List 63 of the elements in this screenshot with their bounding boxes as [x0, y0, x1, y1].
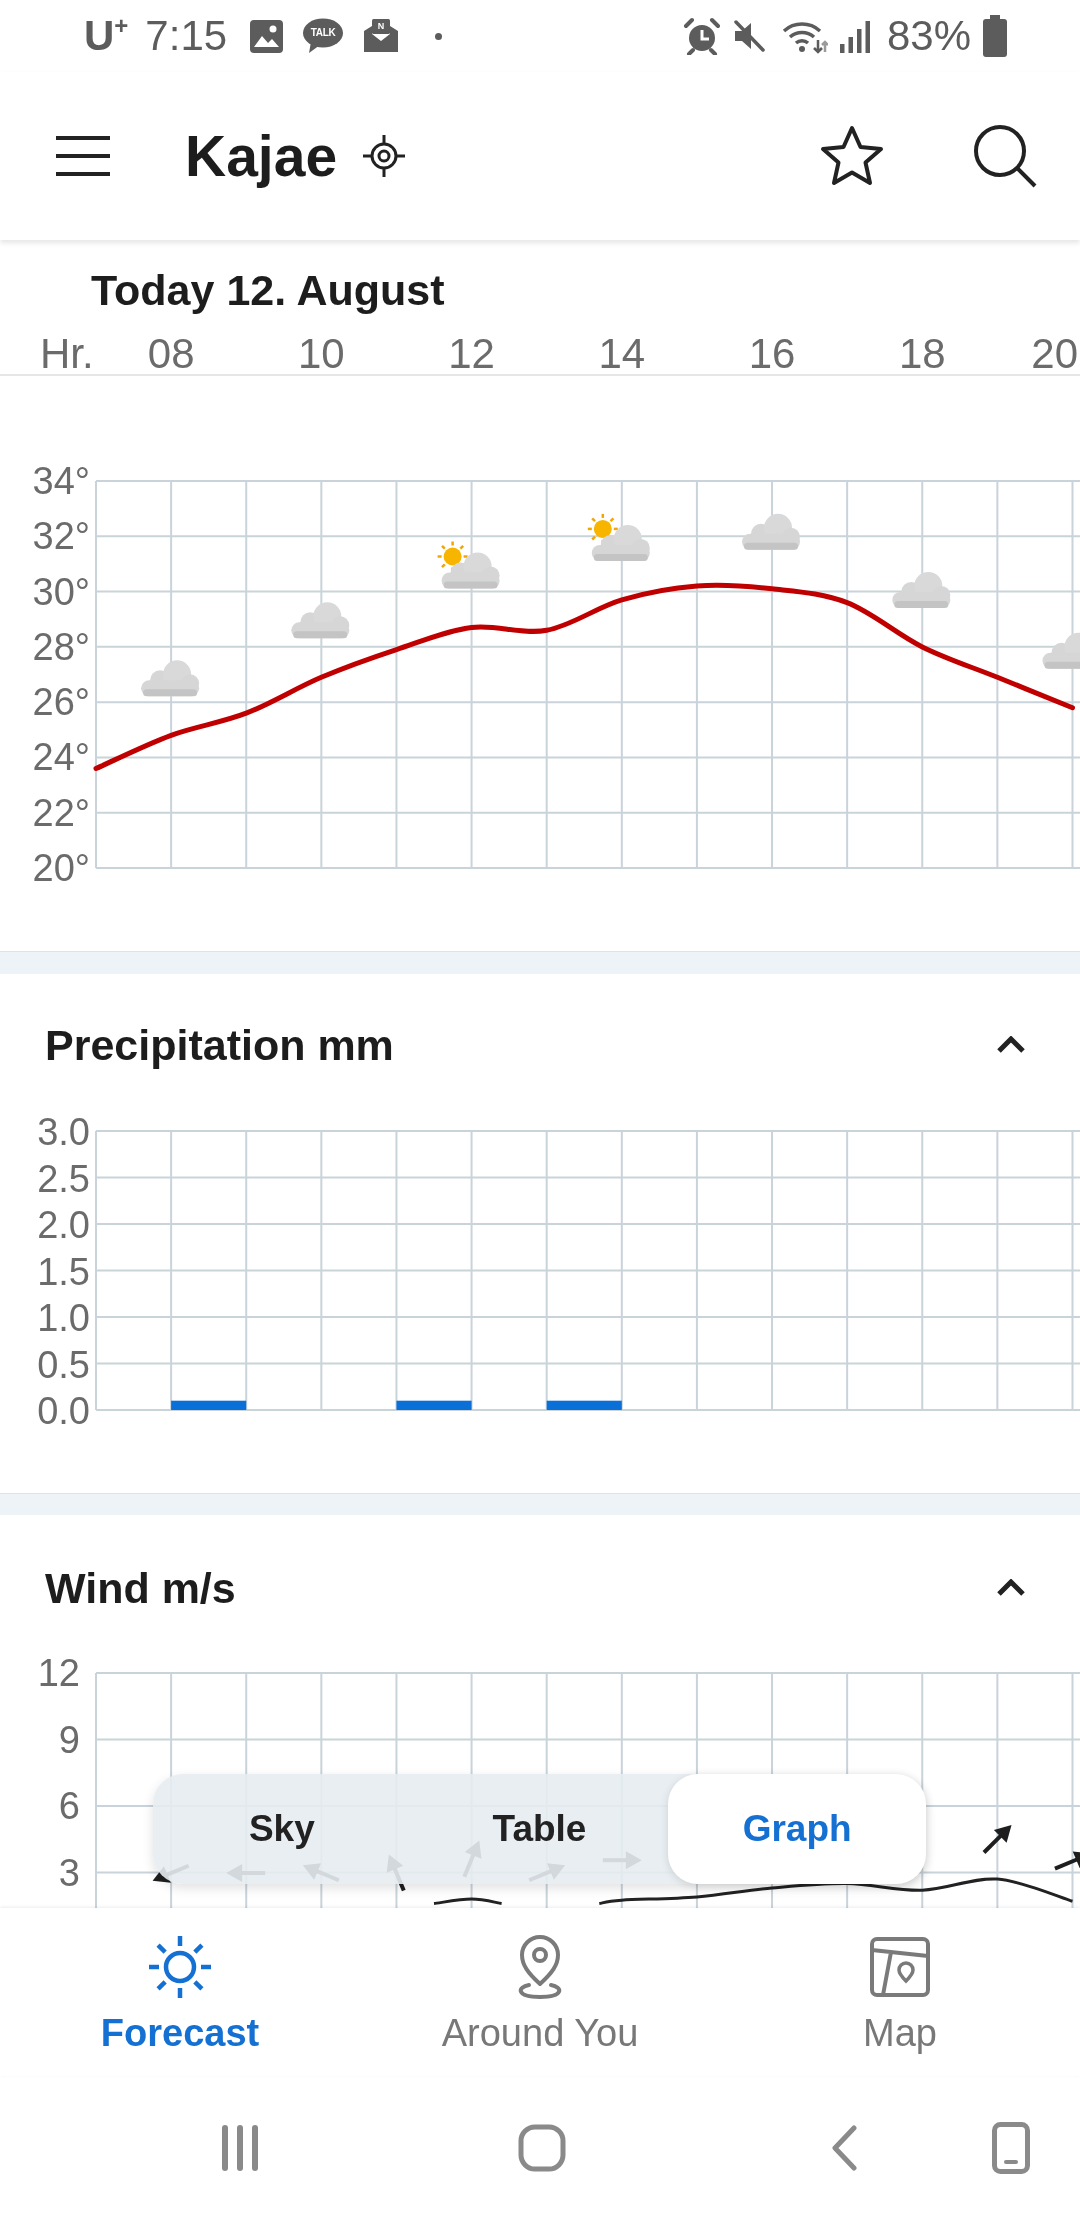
search-icon [973, 124, 1037, 188]
nav-tab[interactable]: Map [720, 1908, 1080, 2076]
cloud-icon [1042, 632, 1080, 669]
nav-tab[interactable]: Forecast [0, 1908, 360, 2076]
sun-cloud-icon [587, 513, 650, 561]
segment-tab[interactable]: Graph [668, 1774, 926, 1884]
axis-label: Hr. [40, 330, 94, 377]
crosshair-icon [363, 135, 406, 177]
tick-label: 0.0 [37, 1390, 90, 1432]
phone-icon[interactable] [992, 2122, 1030, 2174]
cloud-icon [141, 660, 200, 697]
section-title: Wind m/s [45, 1563, 236, 1614]
tick-label: 26° [32, 681, 90, 724]
menu-icon [56, 136, 110, 176]
hour-label: 14 [598, 330, 646, 377]
section-title: Precipitation mm [45, 1020, 394, 1071]
tick-label: 30° [32, 570, 90, 613]
carrier-label: U$^{+}$ [84, 15, 129, 57]
tick-label: 28° [32, 625, 90, 668]
home-icon[interactable] [518, 2124, 566, 2172]
tick-label: 3.0 [37, 1111, 90, 1153]
mute-icon [731, 19, 766, 53]
segment-tab[interactable]: Sky [153, 1774, 411, 1884]
tick-label: 34° [32, 460, 90, 502]
tick-label: 32° [32, 515, 90, 558]
tick-label: 3 [58, 1851, 80, 1894]
hour-label: 08 [147, 330, 195, 377]
sun-icon [147, 1934, 213, 2000]
alarm-icon [682, 17, 721, 55]
gallery-icon [249, 18, 285, 54]
more-dot-icon [435, 32, 443, 40]
tick-label: 12 [37, 1652, 80, 1694]
segment-tab[interactable]: Table [410, 1774, 669, 1884]
hour-label: 18 [898, 330, 946, 377]
hour-label: 20 [1031, 330, 1078, 377]
status-time: 7:15 [145, 15, 228, 57]
tick-label: 20° [32, 847, 90, 889]
tick-label: 6 [58, 1785, 80, 1827]
tick-label: 9 [58, 1718, 80, 1761]
cloud-icon [291, 602, 350, 639]
tick-label: 0.5 [37, 1343, 90, 1386]
map-icon [870, 1937, 930, 1997]
sun-cloud-icon [437, 541, 500, 589]
battery-icon [983, 15, 1007, 57]
date-heading: Today 12. August [91, 265, 446, 316]
recents-icon[interactable] [222, 2125, 258, 2171]
arrow-icon [1054, 1851, 1080, 1871]
tick-label: 2.0 [37, 1204, 90, 1246]
tick-label: 2.5 [37, 1157, 90, 1200]
nav-tab[interactable]: Around You [360, 1908, 720, 2076]
tick-label: 22° [32, 791, 90, 834]
cloud-icon [892, 571, 951, 608]
hour-label: 10 [298, 330, 345, 377]
tick-label: 1.0 [37, 1297, 90, 1339]
back-icon[interactable] [831, 2125, 857, 2171]
battery-percent: 83% [886, 15, 971, 57]
arrow-icon [982, 1824, 1012, 1854]
tick-label: 24° [32, 736, 90, 779]
hour-label: 12 [448, 330, 495, 377]
cloud-icon [742, 513, 800, 550]
hour-label: 16 [748, 330, 796, 377]
tick-label: 1.5 [37, 1250, 90, 1293]
signal-icon [838, 19, 871, 53]
